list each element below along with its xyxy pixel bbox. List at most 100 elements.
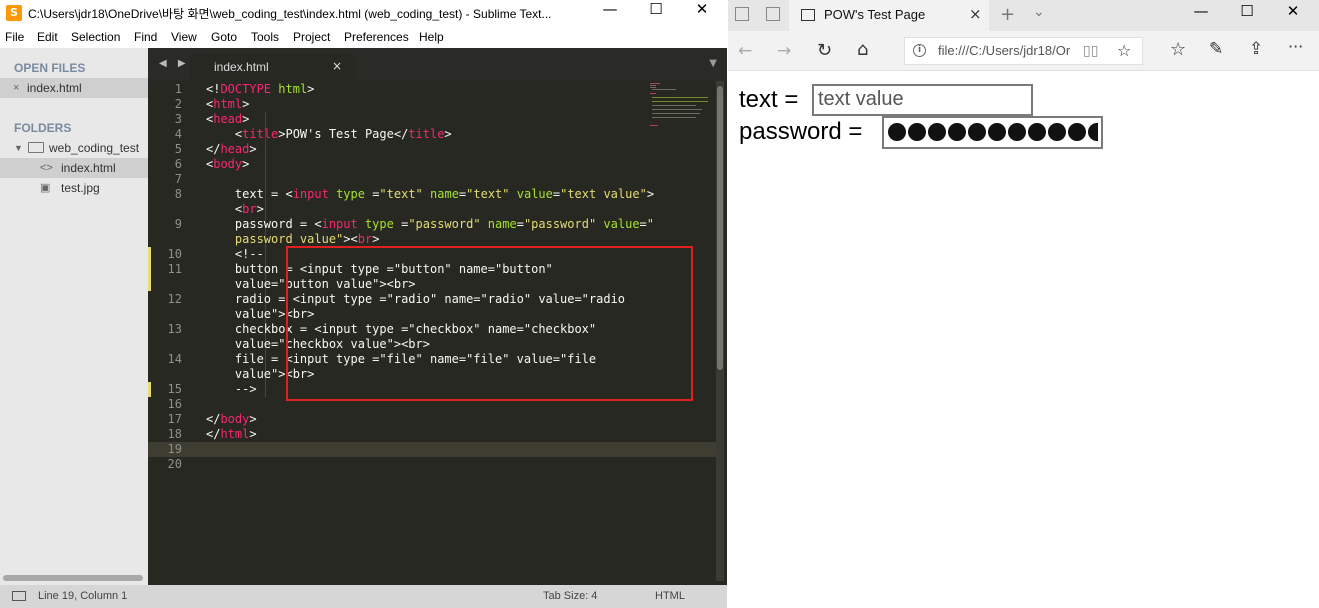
tab-list-icon[interactable]: ⌄	[1033, 4, 1045, 20]
text-input[interactable]: text value	[812, 84, 1033, 116]
minimize-button[interactable]: —	[587, 0, 633, 28]
line-number: 17	[167, 412, 182, 426]
line-number: 13	[167, 322, 182, 336]
tab-index-html[interactable]: index.html ×	[190, 54, 356, 81]
new-tab-icon[interactable]: +	[1000, 4, 1015, 25]
open-file-index-html[interactable]: × index.html	[0, 78, 148, 98]
url-text[interactable]: file:///C:/Users/jdr18/Or	[938, 43, 1070, 58]
code-line: password value"><br>	[234, 232, 380, 246]
chevron-down-icon[interactable]: ▼	[14, 138, 23, 158]
folder-web-coding-test[interactable]: ▼ web_coding_test	[0, 138, 148, 158]
tab-bar: ◀ ▶ index.html × ▼	[148, 48, 727, 81]
password-dot	[928, 123, 946, 141]
menu-tools[interactable]: Tools	[251, 30, 279, 44]
browser-tab-title: POW's Test Page	[824, 7, 926, 22]
tab-menu-icon[interactable]: ▼	[709, 58, 717, 69]
menu-goto[interactable]: Goto	[211, 30, 237, 44]
minimap-line	[650, 125, 658, 126]
menu-view[interactable]: View	[171, 30, 197, 44]
code-line: </body>	[206, 412, 257, 426]
sidebar-scrollbar[interactable]	[3, 575, 143, 581]
more-icon[interactable]: ···	[1288, 37, 1303, 56]
code-editor[interactable]: 1 2 3 4 5 6 7 8 9 10 11 12 13 14 15 16 1…	[148, 81, 727, 585]
tab-nav-arrows-icon[interactable]: ◀ ▶	[159, 58, 190, 69]
editor-scrollbar-thumb[interactable]	[717, 86, 723, 370]
page-icon	[801, 9, 815, 21]
favorite-star-icon[interactable]: ☆	[1117, 41, 1131, 60]
sidebar: OPEN FILES × index.html FOLDERS ▼ web_co…	[0, 48, 148, 585]
highlight-annotation-box	[286, 246, 693, 401]
minimize-button[interactable]: —	[1178, 2, 1224, 30]
share-icon[interactable]: ⇪	[1249, 39, 1263, 59]
tab-size-indicator[interactable]: Tab Size: 4	[543, 590, 597, 602]
back-icon[interactable]: ←	[738, 41, 752, 61]
menu-file[interactable]: File	[5, 30, 24, 44]
code-line: <br>	[206, 202, 264, 216]
home-icon[interactable]: ⌂	[857, 39, 868, 60]
minimap-line	[652, 117, 696, 118]
sidebar-file-test-jpg[interactable]: ▣ test.jpg	[0, 178, 148, 198]
code-line: <head>	[206, 112, 250, 126]
close-button[interactable]: ✕	[679, 0, 725, 28]
code-line: -->	[206, 382, 257, 396]
line-number: 20	[167, 457, 182, 471]
minimap-line	[652, 105, 696, 106]
address-bar[interactable]: i file:///C:/Users/jdr18/Or ▯▯ ☆	[904, 37, 1143, 65]
minimap[interactable]	[648, 81, 710, 141]
code-line: <title>POW's Test Page</title>	[206, 127, 452, 141]
password-input[interactable]	[882, 116, 1103, 149]
tab-close-icon[interactable]: ×	[969, 5, 982, 23]
code-line: <body>	[206, 157, 250, 171]
close-icon[interactable]: ×	[13, 78, 19, 98]
folder-icon	[28, 142, 44, 153]
tabs-aside-icon[interactable]	[766, 7, 780, 21]
line-number: 16	[167, 397, 182, 411]
reading-view-icon[interactable]: ▯▯	[1083, 43, 1098, 59]
sublime-logo-icon: S	[6, 5, 22, 21]
browser-tab[interactable]: POW's Test Page ×	[789, 0, 989, 31]
menu-help[interactable]: Help	[419, 30, 444, 44]
notes-icon[interactable]: ✎	[1209, 39, 1223, 59]
minimap-line	[650, 85, 656, 86]
favorites-icon[interactable]: ☆	[1170, 39, 1186, 60]
line-number: 8	[174, 187, 182, 201]
page-content: text = text value password =	[728, 72, 1319, 608]
code-line: </head>	[206, 142, 257, 156]
close-button[interactable]: ✕	[1270, 2, 1316, 30]
open-file-label: index.html	[27, 81, 82, 95]
code-line: <!--	[206, 247, 264, 261]
line-number: 1	[174, 82, 182, 96]
folder-label: web_coding_test	[49, 141, 140, 155]
sidebar-file-index-html[interactable]: <> index.html	[0, 158, 148, 178]
line-number: 11	[167, 262, 182, 276]
password-dot	[1048, 123, 1066, 141]
code-line: </html>	[206, 427, 257, 441]
refresh-icon[interactable]: ↻	[817, 40, 832, 61]
site-info-icon[interactable]: i	[913, 44, 926, 57]
password-dot	[888, 123, 906, 141]
maximize-button[interactable]: ☐	[1224, 2, 1270, 30]
open-files-heading: OPEN FILES	[14, 61, 86, 75]
sublime-titlebar: S C:\Users\jdr18\OneDrive\바탕 화면\web_codi…	[0, 0, 727, 28]
line-number: 6	[174, 157, 182, 171]
tab-close-icon[interactable]: ×	[332, 59, 342, 73]
menu-selection[interactable]: Selection	[71, 30, 120, 44]
browser-toolbar: ← → ↻ ⌂ i file:///C:/Users/jdr18/Or ▯▯ ☆…	[728, 31, 1319, 71]
menu-find[interactable]: Find	[134, 30, 157, 44]
line-number: 9	[174, 217, 182, 231]
status-bar: Line 19, Column 1 Tab Size: 4 HTML	[0, 585, 727, 608]
panel-toggle-icon[interactable]	[12, 591, 26, 601]
password-dot	[988, 123, 1006, 141]
menu-project[interactable]: Project	[293, 30, 330, 44]
set-aside-tabs-icon[interactable]	[735, 7, 749, 21]
password-dot	[1008, 123, 1026, 141]
syntax-indicator[interactable]: HTML	[655, 590, 685, 602]
menu-edit[interactable]: Edit	[37, 30, 58, 44]
maximize-button[interactable]: ☐	[633, 0, 679, 28]
menu-preferences[interactable]: Preferences	[344, 30, 409, 44]
menu-bar: File Edit Selection Find View Goto Tools…	[0, 28, 727, 48]
password-label: password =	[739, 118, 863, 145]
forward-icon[interactable]: →	[777, 41, 791, 61]
password-mask	[888, 123, 1098, 143]
code-area[interactable]: <!DOCTYPE html> <html> <head> <title>POW…	[206, 81, 693, 585]
